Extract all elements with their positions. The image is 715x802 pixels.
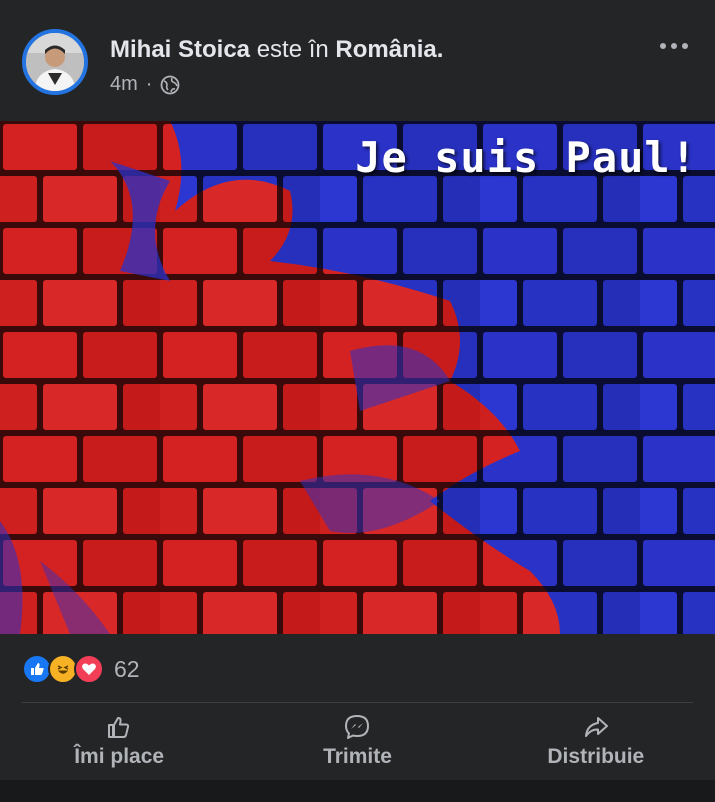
author-name[interactable]: Mihai Stoica: [110, 36, 250, 63]
feed-post: Mihai Stoica este în România. 4m · Je su…: [0, 0, 715, 802]
author-avatar[interactable]: [22, 29, 88, 95]
location-name[interactable]: România.: [335, 36, 443, 63]
send-label: Trimite: [323, 745, 392, 768]
image-caption: Je suis Paul!: [355, 133, 697, 182]
brick-wall-image: [0, 121, 715, 634]
more-options-icon[interactable]: [658, 36, 690, 56]
actions-divider: [22, 702, 693, 703]
post-image[interactable]: Je suis Paul!: [0, 121, 715, 634]
like-thumb-icon: [108, 716, 130, 738]
post-timestamp[interactable]: 4m: [110, 73, 138, 96]
reaction-count: 62: [114, 655, 140, 682]
meta-separator: ·: [145, 73, 153, 95]
post-actions: Îmi place Trimite Distribuie: [0, 705, 715, 777]
share-button[interactable]: Distribuie: [477, 705, 715, 777]
post-meta: 4m ·: [110, 73, 180, 96]
reactions-summary[interactable]: 62: [22, 652, 140, 686]
feed-separator: [0, 780, 715, 802]
avatar-photo: [26, 33, 84, 91]
post-header: Mihai Stoica este în România. 4m ·: [0, 0, 715, 120]
love-icon: [74, 654, 104, 684]
share-icon: [584, 717, 608, 737]
messenger-icon: [345, 715, 370, 739]
share-label: Distribuie: [547, 745, 645, 768]
location-prefix: este în: [256, 36, 329, 63]
send-button[interactable]: Trimite: [238, 705, 476, 777]
author-line: Mihai Stoica este în România.: [110, 36, 443, 64]
like-button[interactable]: Îmi place: [0, 705, 238, 777]
globe-icon: [161, 75, 180, 94]
like-label: Îmi place: [74, 745, 165, 768]
